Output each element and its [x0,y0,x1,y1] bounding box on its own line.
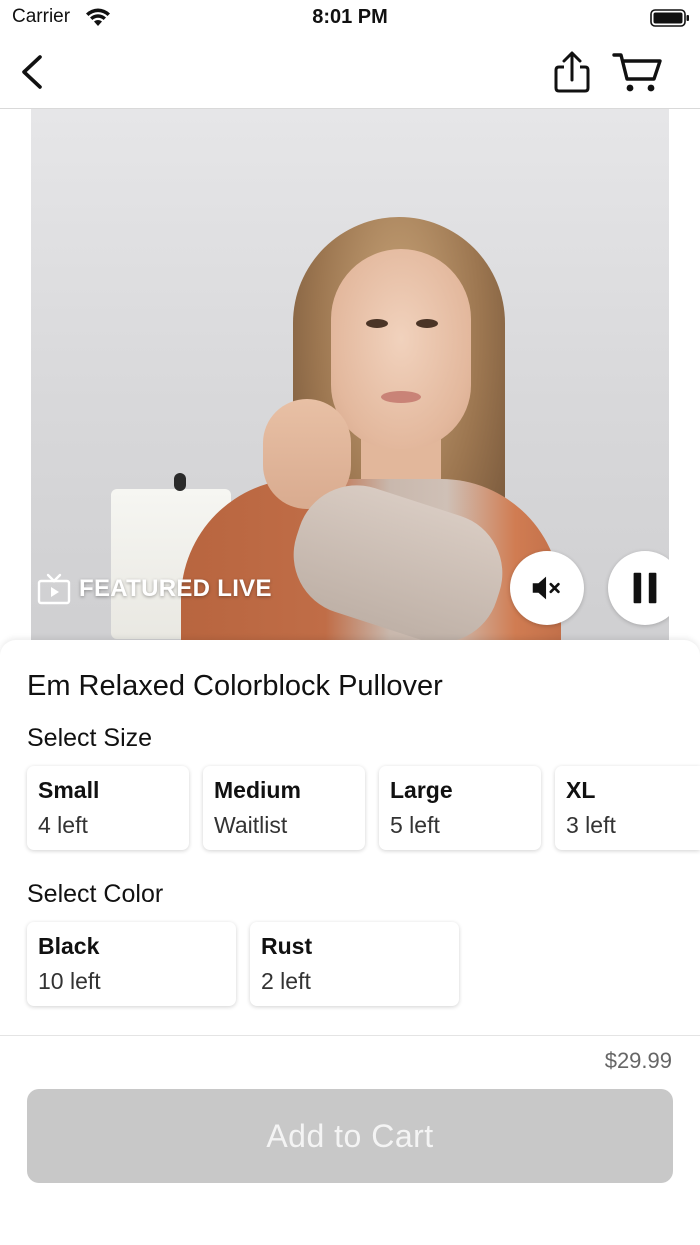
share-icon [554,51,590,93]
mute-button[interactable] [510,551,584,625]
color-heading: Select Color [27,880,164,908]
color-stock: 10 left [38,968,101,994]
speaker-muted-icon [532,576,560,600]
video-figure-eye [416,319,438,328]
color-option-rust[interactable]: Rust 2 left [250,922,459,1006]
size-stock: 5 left [390,812,440,838]
size-heading: Select Size [27,724,153,752]
size-option-xl[interactable]: XL 3 left [555,766,700,850]
size-stock: 3 left [566,812,616,838]
size-name: XL [566,777,596,803]
cart-button[interactable] [612,50,664,94]
checkout-footer: $29.99 Add to Cart [0,1035,700,1245]
pause-button[interactable] [608,551,669,625]
color-name: Black [38,933,100,959]
color-stock: 2 left [261,968,311,994]
status-bar: Carrier 8:01 PM [0,0,700,36]
size-stock: Waitlist [214,812,288,838]
product-title: Em Relaxed Colorblock Pullover [27,670,443,702]
cart-icon [612,53,662,92]
nav-bar [0,36,700,109]
size-stock: 4 left [38,812,88,838]
color-option-black[interactable]: Black 10 left [27,922,236,1006]
video-figure-eye [366,319,388,328]
clock: 8:01 PM [312,6,388,28]
tv-icon [37,573,71,605]
pause-icon [633,572,657,604]
featured-live-badge: FEATURED LIVE [37,573,272,605]
share-button[interactable] [550,50,594,94]
back-button[interactable] [14,52,54,92]
product-sheet: Em Relaxed Colorblock Pullover Select Si… [0,640,700,1035]
size-option-small[interactable]: Small 4 left [27,766,189,850]
video-figure-face [331,249,471,449]
color-name: Rust [261,933,313,959]
size-name: Large [390,777,453,803]
add-to-cart-button[interactable]: Add to Cart [27,1089,673,1183]
size-option-medium[interactable]: Medium Waitlist [203,766,365,850]
chevron-left-icon [22,55,42,89]
size-option-large[interactable]: Large 5 left [379,766,541,850]
battery-icon [650,9,689,27]
size-name: Small [38,777,100,803]
featured-live-label: FEATURED LIVE [79,575,272,602]
size-name: Medium [214,777,301,803]
video-figure-lips [381,391,421,403]
price: $29.99 [604,1048,672,1073]
live-video[interactable]: FEATURED LIVE [31,109,669,649]
lamp-knob [174,473,186,491]
